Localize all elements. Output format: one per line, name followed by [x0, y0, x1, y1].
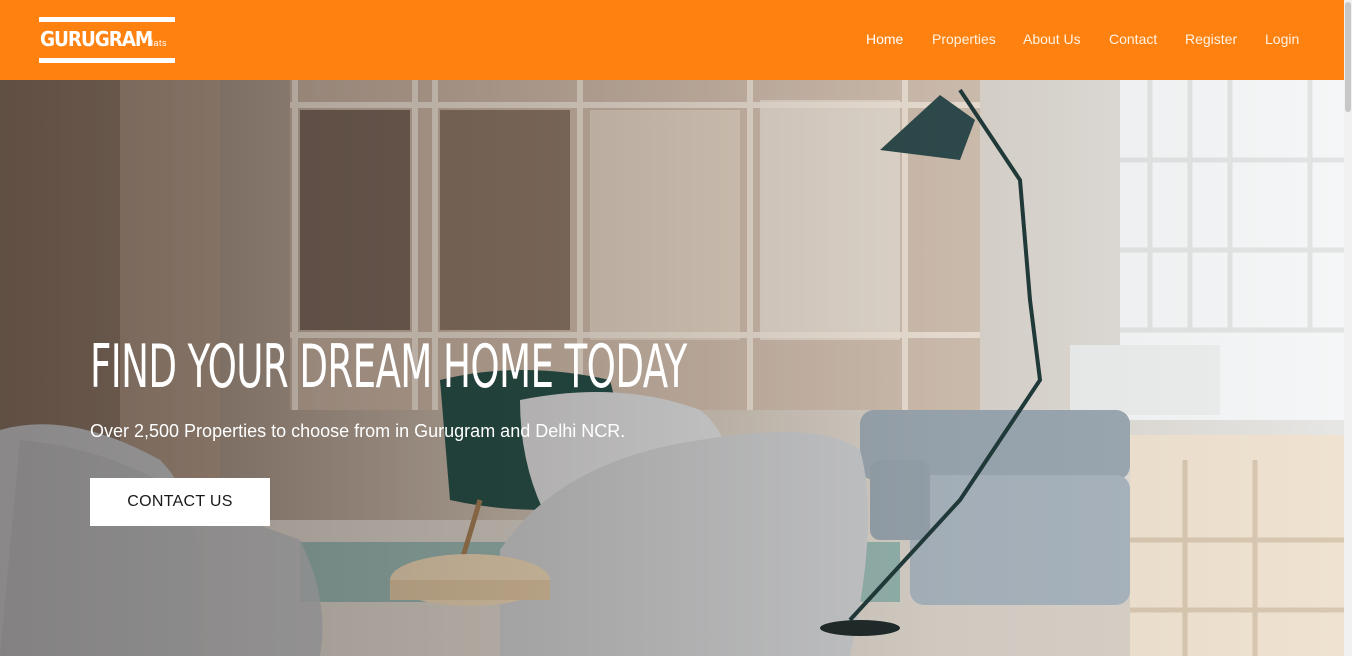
nav-contact[interactable]: Contact: [1109, 31, 1157, 47]
nav-home[interactable]: Home: [866, 31, 903, 47]
site-header: GURUGRAM flats Home Properties About Us …: [0, 0, 1344, 80]
nav-login[interactable]: Login: [1265, 31, 1299, 47]
hero-section: FIND YOUR DREAM HOME TODAY Over 2,500 Pr…: [0, 80, 1344, 656]
page-scrollbar[interactable]: [1344, 0, 1352, 656]
hero-subtitle: Over 2,500 Properties to choose from in …: [90, 421, 626, 441]
page: GURUGRAM flats Home Properties About Us …: [0, 0, 1352, 656]
scrollbar-thumb[interactable]: [1345, 2, 1351, 112]
nav-register[interactable]: Register: [1185, 31, 1237, 47]
hero-title: FIND YOUR DREAM HOME TODAY: [90, 332, 687, 402]
nav-properties[interactable]: Properties: [932, 31, 996, 47]
main-nav: Home Properties About Us Contact Registe…: [0, 31, 1344, 51]
logo-top-bar: [39, 17, 175, 22]
contact-us-button[interactable]: CONTACT US: [90, 478, 270, 526]
nav-about-us[interactable]: About Us: [1023, 31, 1081, 47]
logo-bottom-bar: [39, 58, 175, 63]
